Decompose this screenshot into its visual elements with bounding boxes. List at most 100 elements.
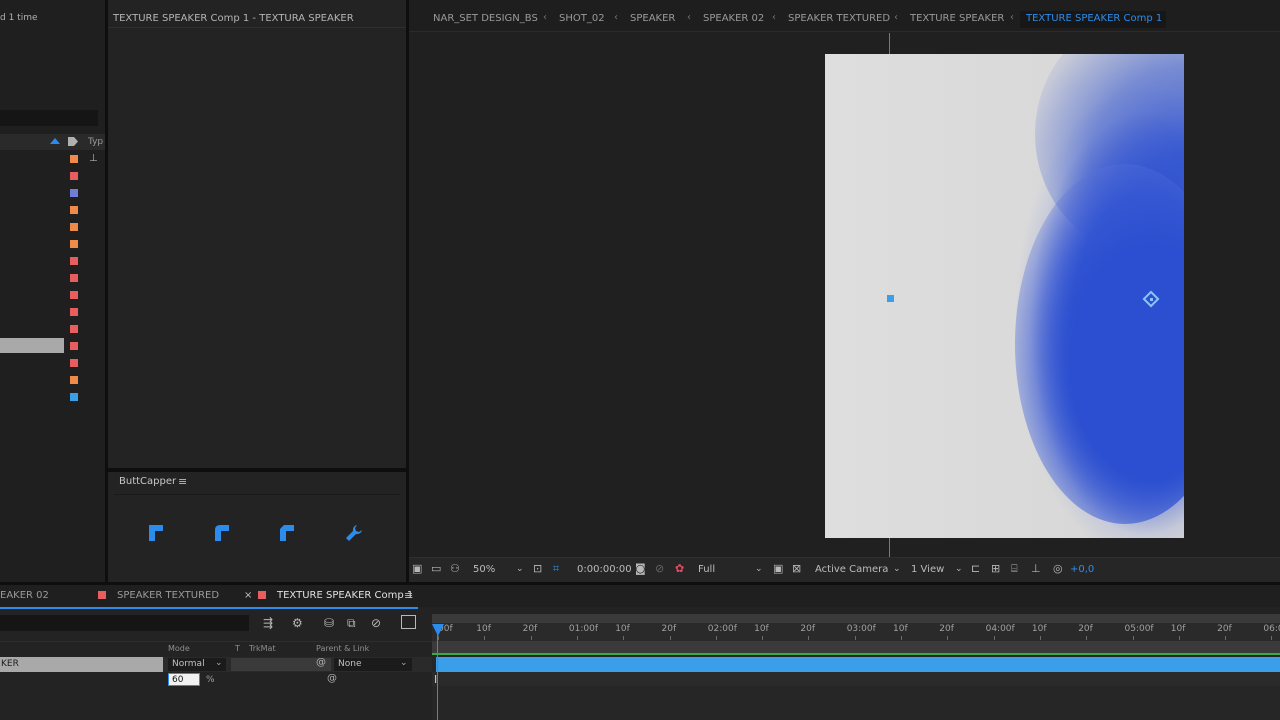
always-preview-icon[interactable]: ▣ (412, 562, 422, 575)
opacity-input[interactable]: 60 (168, 673, 200, 686)
label-color-swatch[interactable] (70, 393, 78, 401)
anchor-point-handle[interactable] (887, 295, 894, 302)
label-color-swatch[interactable] (70, 172, 78, 180)
flowchart-icon[interactable]: ⊥ (89, 153, 98, 164)
label-color-swatch[interactable] (70, 325, 78, 333)
view-layout-select[interactable]: 1 View (911, 564, 944, 575)
label-color-swatch[interactable] (70, 155, 78, 163)
ruler-tick-label: 20f (522, 624, 538, 634)
mode-column-header[interactable]: Mode (168, 644, 190, 653)
ruler-tick-mark (623, 636, 625, 640)
ruler-tick-mark (1225, 636, 1227, 640)
preserve-transparency-header[interactable]: T (235, 644, 240, 653)
tab-menu-icon[interactable]: ≡ (404, 589, 413, 602)
round-cap-icon[interactable] (214, 524, 230, 542)
timeline-tab[interactable]: SPEAKER TEXTURED (117, 590, 219, 601)
timeline-tab-active[interactable]: TEXTURE SPEAKER Comp 1 (277, 590, 413, 601)
region-of-interest-icon[interactable]: ⌗ (553, 562, 559, 576)
show-snapshot-icon[interactable]: ⊘ (655, 562, 664, 575)
opacity-unit: % (206, 675, 215, 685)
chevron-down-icon: ⌄ (215, 658, 223, 668)
breadcrumb-item[interactable]: SPEAKER 02 (703, 13, 764, 24)
reset-exposure-icon[interactable]: ◎ (1053, 562, 1063, 575)
flowchart-view-icon[interactable]: ⊥ (1031, 562, 1041, 575)
label-color-swatch[interactable] (70, 240, 78, 248)
fit-icon[interactable]: ⊡ (533, 562, 542, 575)
resolution-chevron-icon[interactable]: ⌄ (755, 564, 763, 574)
trkmat-column-header[interactable]: TrkMat (249, 644, 276, 653)
breadcrumb-item[interactable]: SPEAKER (630, 13, 675, 24)
view-chevron-icon[interactable]: ⌄ (955, 564, 963, 574)
graph-editor-toggle-icon[interactable]: ⊘ (371, 616, 381, 630)
timeline-tab[interactable]: EAKER 02 (0, 590, 49, 601)
composition-canvas[interactable] (825, 54, 1184, 538)
current-time[interactable]: 0:00:00:00 (577, 564, 632, 575)
label-color-swatch[interactable] (70, 257, 78, 265)
layer-panel: TEXTURE SPEAKER Comp 1 - TEXTURA SPEAKER (108, 0, 406, 468)
breadcrumb-item[interactable]: TEXTURE SPEAKER Comp 1 (1026, 13, 1162, 24)
type-column-header[interactable]: Typ (88, 137, 103, 147)
motion-blur-icon[interactable]: ⧉ (347, 616, 356, 631)
wrench-icon[interactable] (344, 523, 364, 543)
label-color-swatch[interactable] (70, 308, 78, 316)
label-color-swatch[interactable] (70, 223, 78, 231)
camera-chevron-icon[interactable]: ⌄ (893, 564, 901, 574)
timeline-search-field[interactable] (0, 615, 249, 631)
layer-name-cell[interactable]: KER (0, 657, 163, 672)
label-color-swatch[interactable] (70, 291, 78, 299)
playhead-line (437, 624, 438, 720)
breadcrumb-item[interactable]: SPEAKER TEXTURED (788, 13, 890, 24)
parent-select[interactable]: None ⌄ (334, 658, 412, 671)
label-color-swatch[interactable] (70, 376, 78, 384)
sort-ascending-icon[interactable] (50, 138, 60, 144)
ruler-tick-label: 20f (1078, 624, 1093, 634)
pick-whip-icon[interactable]: @ (316, 657, 326, 668)
ruler-tick-mark (762, 636, 764, 640)
layer-name: KER (1, 659, 19, 669)
snapshot-camera-icon[interactable]: ◙ (635, 562, 646, 575)
monitor-icon[interactable]: ▭ (431, 562, 441, 575)
label-color-swatch[interactable] (70, 359, 78, 367)
breadcrumb-item[interactable]: NAR_SET DESIGN_BS (433, 13, 538, 24)
breadcrumb-item[interactable]: TEXTURE SPEAKER (910, 13, 1004, 24)
mask-icon[interactable]: ⚇ (450, 562, 460, 575)
project-search-field[interactable] (0, 110, 98, 126)
timeline-icon[interactable]: ⌸ (1011, 562, 1018, 576)
ruler-tick-label: 20f (661, 624, 677, 634)
playhead-icon[interactable] (432, 624, 444, 636)
close-icon[interactable]: × (244, 590, 252, 601)
label-color-swatch[interactable] (70, 189, 78, 197)
fast-previews-icon[interactable]: ⊞ (991, 562, 1000, 575)
parent-column-header[interactable]: Parent & Link (316, 644, 369, 653)
camera-select[interactable]: Active Camera (815, 564, 888, 575)
selected-project-row[interactable] (0, 338, 64, 353)
blend-mode-select[interactable]: Normal ⌄ (168, 658, 226, 671)
transparency-grid-icon[interactable]: ▣ (773, 562, 783, 575)
grid-guides-icon[interactable]: ⊠ (792, 562, 801, 575)
label-color-swatch[interactable] (70, 206, 78, 214)
label-color-swatch[interactable] (70, 274, 78, 282)
draft-3d-icon[interactable]: ⇶ (263, 616, 273, 630)
ruler-tick-mark (808, 636, 810, 640)
breadcrumb-item[interactable]: SHOT_02 (559, 13, 605, 24)
exposure-value[interactable]: +0,0 (1070, 564, 1094, 575)
project-panel: d 1 time Typ ⊥ (0, 0, 105, 582)
ruler-tick-mark (576, 636, 578, 640)
resolution-select[interactable]: Full (698, 564, 715, 575)
color-channels-icon[interactable]: ✿ (675, 562, 684, 575)
chevron-left-icon: ‹ (614, 12, 618, 23)
label-color-swatch[interactable] (70, 342, 78, 350)
butt-cap-icon[interactable] (148, 524, 164, 542)
projecting-cap-icon[interactable] (279, 524, 295, 542)
composition-viewer[interactable]: NAR_SET DESIGN_BS ‹ SHOT_02 ‹ SPEAKER ‹ SPEAKE… (409, 0, 1280, 582)
zoom-select[interactable]: 50% (473, 564, 495, 575)
layer-duration-bar[interactable] (436, 657, 1280, 672)
property-pick-whip-icon[interactable]: @ (327, 673, 337, 684)
zoom-chevron-icon[interactable]: ⌄ (516, 564, 524, 574)
graph-editor-icon[interactable] (401, 615, 416, 629)
panel-menu-icon[interactable]: ≡ (178, 475, 187, 488)
frame-blending-icon[interactable]: ⛁ (324, 616, 334, 630)
work-area-bar[interactable] (432, 614, 1280, 623)
shy-layers-icon[interactable]: ⚙ (292, 616, 303, 630)
toggle-pixel-aspect-icon[interactable]: ⊏ (971, 562, 980, 575)
